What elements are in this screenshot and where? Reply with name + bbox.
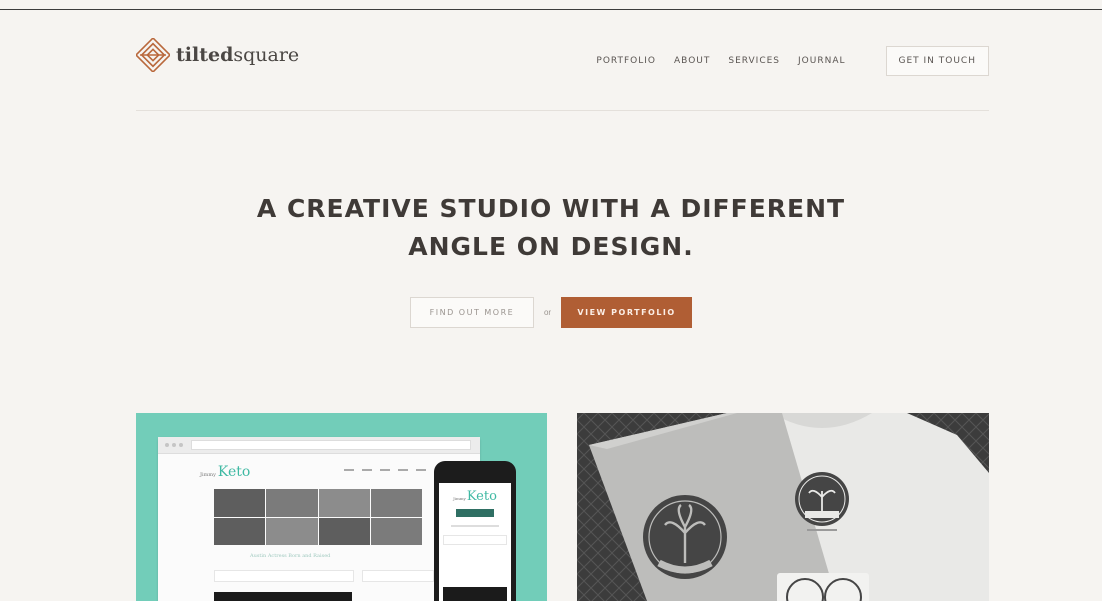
- hero-title-line-2: ANGLE ON DESIGN.: [408, 232, 694, 261]
- cultive-brand-photo: [577, 413, 989, 601]
- site-header: tiltedsquare PORTFOLIO ABOUT SERVICES JO…: [136, 38, 989, 111]
- phone-menu-button: [456, 509, 494, 517]
- nav-journal[interactable]: JOURNAL: [798, 56, 845, 66]
- phone-text-line: [451, 525, 499, 527]
- phone-content-block: [443, 535, 507, 545]
- keto-content-block: [214, 570, 354, 582]
- top-border: [0, 9, 1102, 10]
- nav-services[interactable]: SERVICES: [728, 56, 780, 66]
- cultive-badge-large-icon: [643, 495, 727, 579]
- portfolio-tile-jimmy-keto[interactable]: Jimmy Keto Austin Actress Born and Raised…: [136, 413, 547, 601]
- phone-keto-logo: JimmyKeto: [453, 489, 497, 504]
- main-nav: PORTFOLIO ABOUT SERVICES JOURNAL GET IN …: [596, 46, 989, 76]
- keto-logo: Jimmy Keto: [200, 464, 251, 480]
- get-in-touch-button[interactable]: GET IN TOUCH: [885, 46, 989, 76]
- portfolio-tile-cultive[interactable]: [577, 413, 989, 601]
- photo-grid: [214, 489, 422, 545]
- window-dots-icon: [165, 443, 183, 447]
- keto-video-block: [214, 592, 352, 601]
- keto-nav: [344, 469, 426, 471]
- hero-title-line-1: A CREATIVE STUDIO WITH A DIFFERENT: [256, 194, 846, 223]
- tilted-square-logo-icon: [136, 38, 170, 72]
- keto-side-block: [362, 570, 434, 582]
- hero-title: A CREATIVE STUDIO WITH A DIFFERENT ANGLE…: [0, 190, 1102, 266]
- logo[interactable]: tiltedsquare: [136, 38, 299, 72]
- browser-mockup: Jimmy Keto Austin Actress Born and Raised: [158, 437, 480, 601]
- browser-toolbar: [158, 437, 480, 454]
- or-separator: or: [543, 308, 552, 317]
- logo-text: tiltedsquare: [176, 44, 300, 66]
- nav-about[interactable]: ABOUT: [674, 56, 710, 66]
- phone-mockup: JimmyKeto: [434, 461, 516, 601]
- phone-video-block: [443, 587, 507, 601]
- url-bar: [191, 440, 471, 450]
- find-out-more-button[interactable]: FIND OUT MORE: [409, 297, 534, 328]
- hero-actions: FIND OUT MORE or VIEW PORTFOLIO: [0, 297, 1102, 328]
- nav-portfolio[interactable]: PORTFOLIO: [596, 56, 656, 66]
- keto-caption: Austin Actress Born and Raised: [250, 553, 331, 559]
- view-portfolio-button[interactable]: VIEW PORTFOLIO: [561, 297, 693, 328]
- phone-screen: JimmyKeto: [439, 483, 511, 601]
- cultive-sticker-icon: [777, 573, 869, 601]
